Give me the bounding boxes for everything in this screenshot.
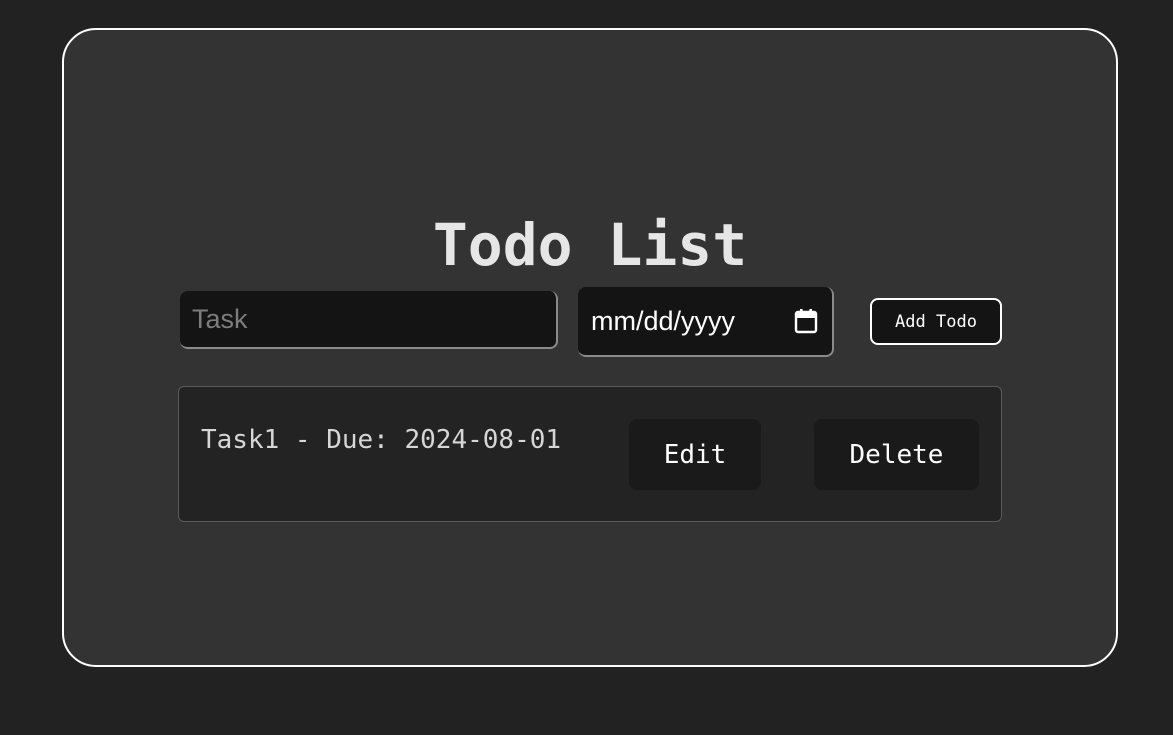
todo-app-card: Todo List mm/dd/yyyy Add Todo Task1 - Du…: [62, 28, 1118, 667]
todo-item-text: Task1 - Due: 2024-08-01: [201, 425, 562, 455]
edit-button[interactable]: Edit: [629, 419, 761, 490]
todo-list-item: Task1 - Due: 2024-08-01 Edit Delete: [178, 386, 1002, 522]
delete-button[interactable]: Delete: [814, 419, 979, 490]
date-placeholder: mm/dd/yyyy: [591, 305, 736, 336]
task-input[interactable]: [180, 291, 558, 349]
due-date-input[interactable]: mm/dd/yyyy: [578, 287, 834, 357]
page-title: Todo List: [432, 211, 748, 279]
calendar-icon[interactable]: [794, 308, 818, 334]
add-todo-button[interactable]: Add Todo: [870, 298, 1002, 345]
